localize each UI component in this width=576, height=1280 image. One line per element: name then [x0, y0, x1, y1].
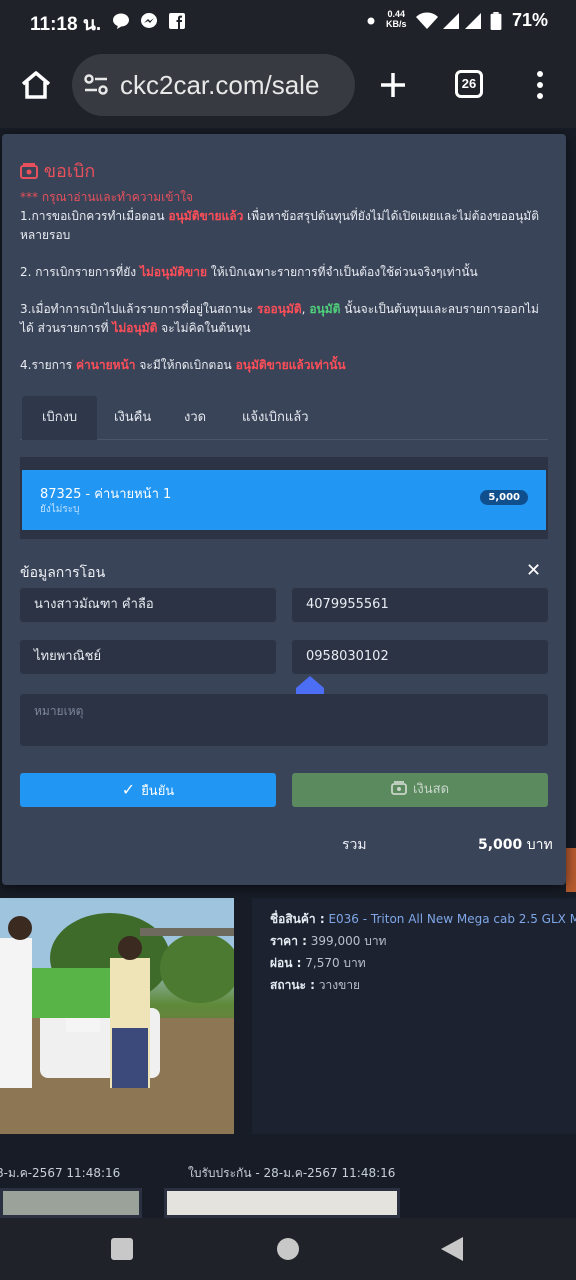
confirm-button[interactable]: ✓ ยืนยัน [20, 773, 276, 807]
money-icon [20, 163, 38, 179]
total-amount: 5,000 [478, 837, 523, 853]
url-text: ckc2car.com/sale [120, 70, 320, 100]
cash-button[interactable]: เงินสด [292, 773, 548, 807]
status-bar: 11:18 น. 0.44 KB/s 71% [0, 0, 576, 42]
signal-icon-1 [443, 13, 459, 29]
warranty-thumbnail-image[interactable] [164, 1188, 400, 1218]
address-bar[interactable]: ckc2car.com/sale [72, 54, 355, 116]
recent-apps-icon[interactable] [111, 1238, 133, 1260]
list-item-title: 87325 - ค่านายหน้า 1 [40, 487, 172, 502]
total-label: รวม [342, 837, 367, 853]
installment-value: 7,570 บาท [305, 956, 366, 970]
product-name-line: ชื่อสินค้า : E036 - Triton All New Mega … [270, 910, 576, 929]
tab-reported[interactable]: แจ้งเบิกแล้ว [222, 396, 329, 440]
line-app-icon [113, 13, 129, 29]
product-name-label: ชื่อสินค้า : [270, 912, 325, 926]
status-time: 11:18 น. [30, 14, 102, 35]
rule-3-text-end: จะไม่คิดในต้นทุน [157, 321, 251, 335]
tab-budget[interactable]: เบิกงบ [22, 396, 98, 440]
site-settings-icon[interactable] [84, 74, 108, 96]
rule-4-highlight: อนุมัติขายแล้วเท่านั้น [235, 358, 346, 372]
wifi-icon [416, 12, 438, 29]
battery-icon [490, 12, 502, 30]
background-button-edge [566, 848, 576, 892]
rule-4: 4.รายการ ค่านายหน้า จะมีให้กดเบิกตอน อนุ… [20, 356, 550, 375]
bank-field[interactable]: ไทยพาณิชย์ [20, 640, 276, 674]
network-speed-value: 0.44 [387, 9, 406, 19]
tab-refund[interactable]: เงินคืน [94, 396, 171, 440]
account-name-field[interactable]: นางสาวมัณฑา คำลือ [20, 588, 276, 622]
page-content: ชื่อสินค้า : E036 - Triton All New Mega … [0, 128, 576, 1218]
price-line: ราคา : 399,000 บาท [270, 932, 386, 951]
home-nav-icon[interactable] [277, 1238, 299, 1260]
home-icon[interactable] [20, 70, 52, 100]
account-number-field[interactable]: 4079955561 [292, 588, 548, 622]
rule-2-text: 2. การเบิกรายการที่ยัง [20, 265, 140, 279]
rule-1: 1.การขอเบิกควรทำเมื่อตอน อนุมัติขายแล้ว … [20, 207, 550, 245]
price-label: ราคา : [270, 934, 307, 948]
confirm-button-label: ยืนยัน [141, 784, 175, 799]
note-textarea[interactable]: หมายเหตุ [20, 694, 548, 746]
rule-1-highlight: อนุมัติขายแล้ว [168, 209, 244, 223]
tab-switcher-button[interactable]: 26 [455, 70, 483, 98]
withdraw-tabs: เบิกงบ เงินคืน งวด แจ้งเบิกแล้ว [20, 396, 548, 440]
withdraw-modal: ขอเบิก *** กรุณาอ่านและทำความเข้าใจ 1.กา… [2, 134, 566, 885]
installment-line: ผ่อน : 7,570 บาท [270, 954, 366, 973]
price-value: 399,000 บาท [310, 934, 387, 948]
withdraw-list: 87325 - ค่านายหน้า 1 ยังไม่ระบุ 5,000 [20, 457, 548, 539]
signal-icon-2 [465, 13, 481, 29]
rule-1-text: 1.การขอเบิกควรทำเมื่อตอน [20, 209, 169, 223]
photo-date-right: ใบรับประกัน - 28-ม.ค-2567 11:48:16 [188, 1166, 396, 1180]
tab-installment[interactable]: งวด [164, 396, 226, 440]
cash-button-label: เงินสด [412, 782, 450, 797]
rule-4-commission: ค่านายหน้า [75, 358, 136, 372]
system-nav-bar [0, 1218, 576, 1280]
close-icon[interactable]: ✕ [526, 560, 541, 581]
product-name-value[interactable]: E036 - Triton All New Mega cab 2.5 GLX M… [328, 912, 576, 926]
list-item-subtitle: ยังไม่ระบุ [40, 504, 80, 515]
rule-2-text-end: ให้เบิกเฉพาะรายการที่จำเป็นต้องใช้ด่วนจร… [207, 265, 478, 279]
transfer-info-title: ข้อมูลการโอน [20, 565, 106, 581]
more-menu-icon[interactable] [534, 70, 546, 100]
status-value: วางขาย [318, 978, 361, 992]
modal-title-text: ขอเบิก [43, 161, 96, 182]
status-line: สถานะ : วางขาย [270, 976, 360, 995]
notification-dot-icon [367, 17, 375, 25]
amount-badge: 5,000 [480, 490, 528, 505]
network-speed-unit: KB/s [386, 19, 407, 29]
rule-4-text: 4.รายการ [20, 358, 76, 372]
facebook-icon [169, 13, 185, 29]
rule-2-highlight: ไม่อนุมัติขาย [139, 265, 208, 279]
back-nav-icon[interactable] [441, 1237, 463, 1261]
check-icon: ✓ [121, 780, 136, 799]
rule-3: 3.เมื่อทำการเบิกไปแล้วรายการที่อยู่ในสถา… [20, 300, 550, 338]
photo-date-left: 8-ม.ค-2567 11:48:16 [0, 1166, 121, 1180]
notice-block: *** กรุณาอ่านและทำความเข้าใจ 1.การขอเบิก… [20, 188, 550, 393]
phone-field[interactable]: 0958030102 [292, 640, 548, 674]
product-info-card: ชื่อสินค้า : E036 - Triton All New Mega … [252, 898, 576, 1134]
network-speed: 0.44 KB/s [386, 9, 407, 29]
cash-icon [391, 781, 407, 795]
rule-4-text-mid: จะมีให้กดเบิกตอน [135, 358, 236, 372]
browser-toolbar: ckc2car.com/sale 26 [0, 42, 576, 128]
list-item[interactable]: 87325 - ค่านายหน้า 1 ยังไม่ระบุ 5,000 [22, 470, 546, 530]
battery-percent: 71% [512, 10, 549, 30]
rule-3-rejected: ไม่อนุมัติ [112, 321, 158, 335]
installment-label: ผ่อน : [270, 956, 302, 970]
total-unit: บาท [526, 837, 553, 853]
rule-3-pending: รออนุมัติ [256, 302, 302, 316]
messenger-icon [141, 13, 157, 28]
car-photo-illustration [0, 898, 234, 1134]
status-label: สถานะ : [270, 978, 315, 992]
total-value: 5,000 บาท [478, 834, 553, 856]
new-tab-icon[interactable] [380, 72, 406, 98]
car-photo[interactable] [0, 898, 234, 1134]
notice-header: *** กรุณาอ่านและทำความเข้าใจ [20, 190, 194, 204]
rule-2: 2. การเบิกรายการที่ยัง ไม่อนุมัติขาย ให้… [20, 263, 550, 282]
thumbnail-image[interactable] [0, 1188, 142, 1218]
modal-title: ขอเบิก [20, 156, 95, 185]
rule-3-text: 3.เมื่อทำการเบิกไปแล้วรายการที่อยู่ในสถา… [20, 302, 257, 316]
rule-3-approved: อนุมัติ [309, 302, 341, 316]
